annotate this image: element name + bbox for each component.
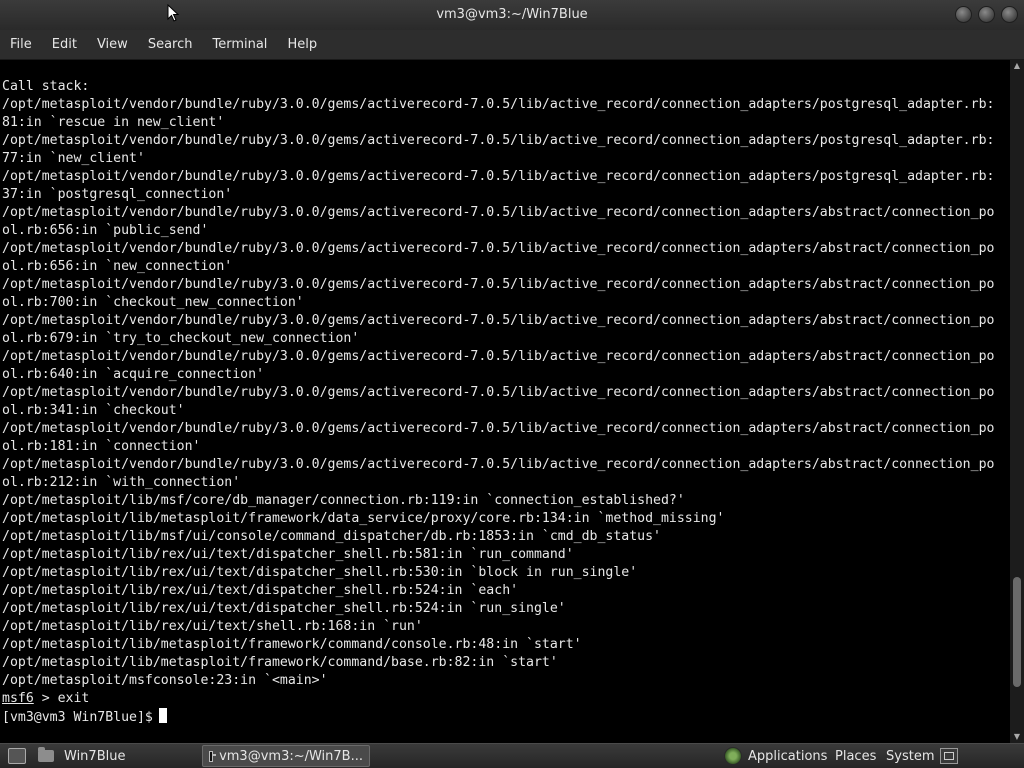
window-titlebar[interactable]: vm3@vm3:~/Win7Blue	[0, 0, 1024, 30]
terminal-line: ol.rb:679:in `try_to_checkout_new_connec…	[2, 331, 360, 346]
terminal-line: /opt/metasploit/lib/rex/ui/text/dispatch…	[2, 601, 566, 616]
terminal-output[interactable]: Call stack: /opt/metasploit/vendor/bundle…	[0, 60, 1010, 743]
terminal-line: /opt/metasploit/vendor/bundle/ruby/3.0.0…	[2, 169, 995, 184]
terminal-line: ol.rb:341:in `checkout'	[2, 403, 185, 418]
close-icon[interactable]	[1001, 6, 1018, 23]
terminal-line: /opt/metasploit/lib/rex/ui/text/dispatch…	[2, 565, 638, 580]
terminal-line: /opt/metasploit/lib/rex/ui/text/dispatch…	[2, 583, 519, 598]
menu-help[interactable]: Help	[277, 30, 327, 59]
msf-prompt-line: msf6 > exit	[2, 690, 994, 708]
scrollbar-thumb[interactable]	[1013, 577, 1021, 688]
scroll-up-icon[interactable]: ▲	[1010, 60, 1024, 72]
terminal-lines: Call stack: /opt/metasploit/vendor/bundle…	[2, 78, 994, 726]
menu-bar: File Edit View Search Terminal Help	[0, 30, 1024, 60]
terminal-line: /opt/metasploit/lib/rex/ui/text/dispatch…	[2, 547, 574, 562]
shell-prompt-line[interactable]: [vm3@vm3 Win7Blue]$	[2, 708, 994, 726]
taskbar-folder-label: Win7Blue	[64, 748, 126, 764]
terminal-line: 77:in `new_client'	[2, 151, 145, 166]
terminal-line: /opt/metasploit/vendor/bundle/ruby/3.0.0…	[2, 349, 995, 364]
terminal-line: /opt/metasploit/lib/msf/ui/console/comma…	[2, 529, 661, 544]
taskbar-terminal-button[interactable]: vm3@vm3:~/Win7B...	[202, 745, 370, 767]
terminal-line: ol.rb:700:in `checkout_new_connection'	[2, 295, 304, 310]
applications-label: Applications	[748, 748, 828, 764]
terminal-line: ol.rb:181:in `connection'	[2, 439, 201, 454]
maximize-icon[interactable]	[978, 6, 995, 23]
taskbar-folder-button[interactable]: Win7Blue	[32, 745, 131, 767]
terminal-line: /opt/metasploit/vendor/bundle/ruby/3.0.0…	[2, 277, 995, 292]
msf-command: > exit	[33, 691, 90, 706]
terminal-line: /opt/metasploit/vendor/bundle/ruby/3.0.0…	[2, 133, 995, 148]
terminal-icon	[209, 750, 217, 762]
minimize-icon[interactable]	[955, 6, 972, 23]
menu-search[interactable]: Search	[138, 30, 203, 59]
places-label: Places	[835, 748, 877, 764]
show-desktop-button[interactable]	[2, 745, 32, 767]
terminal-line: ol.rb:640:in `acquire_connection'	[2, 367, 265, 382]
mouse-pointer-icon	[167, 4, 179, 22]
msf-prompt: msf6	[2, 691, 34, 706]
window-controls	[955, 6, 1018, 23]
terminal-line: Call stack:	[2, 79, 90, 94]
terminal-line: /opt/metasploit/vendor/bundle/ruby/3.0.0…	[2, 205, 995, 220]
window-title: vm3@vm3:~/Win7Blue	[436, 7, 588, 22]
terminal-line: /opt/metasploit/lib/rex/ui/text/shell.rb…	[2, 619, 423, 634]
system-menu[interactable]: System	[880, 745, 964, 767]
terminal-line: /opt/metasploit/vendor/bundle/ruby/3.0.0…	[2, 313, 995, 328]
terminal-line: ol.rb:656:in `public_send'	[2, 223, 209, 238]
taskbar-terminal-label: vm3@vm3:~/Win7B...	[219, 748, 363, 764]
terminal-line: 81:in `rescue in new_client'	[2, 115, 225, 130]
terminal-line: 37:in `postgresql_connection'	[2, 187, 233, 202]
terminal-line: /opt/metasploit/msfconsole:23:in `<main>…	[2, 673, 328, 688]
shell-prompt: [vm3@vm3 Win7Blue]$	[2, 710, 153, 725]
show-desktop-icon	[8, 748, 26, 764]
terminal-line: /opt/metasploit/vendor/bundle/ruby/3.0.0…	[2, 421, 995, 436]
terminal-line: /opt/metasploit/lib/metasploit/framework…	[2, 511, 725, 526]
menu-terminal[interactable]: Terminal	[202, 30, 277, 59]
terminal-line: /opt/metasploit/vendor/bundle/ruby/3.0.0…	[2, 97, 995, 112]
terminal-line: /opt/metasploit/vendor/bundle/ruby/3.0.0…	[2, 241, 995, 256]
terminal-line: ol.rb:656:in `new_connection'	[2, 259, 233, 274]
system-label: System	[886, 748, 935, 764]
terminal-line: /opt/metasploit/lib/msf/core/db_manager/…	[2, 493, 685, 508]
system-tray-icon[interactable]	[940, 748, 959, 764]
applications-icon	[724, 747, 742, 765]
menu-edit[interactable]: Edit	[42, 30, 87, 59]
terminal-line: /opt/metasploit/lib/metasploit/framework…	[2, 637, 582, 652]
applications-menu[interactable]: Applications	[718, 745, 833, 767]
vertical-scrollbar[interactable]: ▲ ▼	[1010, 60, 1024, 743]
menu-view[interactable]: View	[87, 30, 138, 59]
terminal-line: /opt/metasploit/vendor/bundle/ruby/3.0.0…	[2, 457, 995, 472]
terminal-line: /opt/metasploit/vendor/bundle/ruby/3.0.0…	[2, 385, 995, 400]
places-menu[interactable]: Places	[829, 745, 882, 767]
terminal-line: ol.rb:212:in `with_connection'	[2, 475, 241, 490]
terminal-line: /opt/metasploit/lib/metasploit/framework…	[2, 655, 558, 670]
taskbar: Win7Blue vm3@vm3:~/Win7B... Applications…	[0, 743, 1024, 768]
scroll-down-icon[interactable]: ▼	[1010, 731, 1024, 743]
text-cursor	[158, 708, 167, 723]
menu-file[interactable]: File	[0, 30, 42, 59]
folder-icon	[38, 747, 54, 762]
